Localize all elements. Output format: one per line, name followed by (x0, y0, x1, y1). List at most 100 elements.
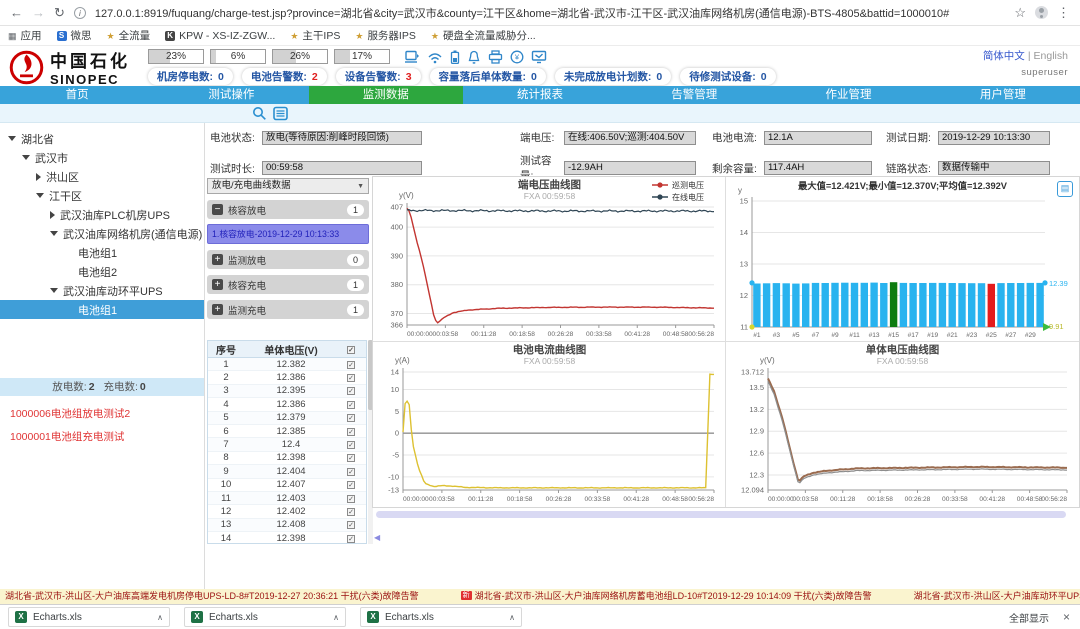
search-icon[interactable] (252, 106, 267, 121)
row-checkbox[interactable]: ✓ (347, 441, 355, 449)
row-checkbox[interactable]: ✓ (347, 535, 355, 543)
chart-cell-voltage-bars: ▤ 1514131211#1#3#5#7#9#11#13#15#17#19#21… (726, 177, 1079, 342)
selected-test-record[interactable]: 1.核容放电-2019-12-29 10:13:33 (207, 224, 369, 244)
nav-tab-1[interactable]: 首页 (0, 86, 154, 104)
show-all-downloads-button[interactable]: 全部显示 (1009, 610, 1049, 625)
table-row[interactable]: 1112.403✓ (208, 492, 366, 505)
expand-icon[interactable]: + (212, 304, 223, 315)
row-checkbox[interactable]: ✓ (347, 387, 355, 395)
tree-expand-icon[interactable] (50, 231, 58, 236)
bookmark-item[interactable]: KKPW - XS-IZ-ZGW... (165, 30, 275, 42)
download-item[interactable]: XEcharts.xls∧ (8, 607, 170, 627)
nav-tab-2[interactable]: 测试操作 (154, 86, 308, 104)
tree-expand-icon[interactable] (50, 288, 58, 293)
tree-item[interactable]: 湖北省 (0, 129, 204, 148)
bookmark-item[interactable]: S微思 (57, 28, 92, 43)
cell-voltage-table: 序号 单体电压(V) ✓ 112.382✓212.386✓312.395✓412… (207, 340, 367, 544)
chevron-up-icon[interactable]: ∧ (509, 613, 515, 622)
tree-expand-icon[interactable] (8, 136, 16, 141)
lang-en-link[interactable]: English (1034, 50, 1068, 62)
refresh-icon[interactable]: ↻ (54, 5, 65, 21)
export-image-icon[interactable]: ▤ (1057, 181, 1073, 197)
test-link[interactable]: 1000006电池组放电测试2 (0, 403, 204, 426)
table-row[interactable]: 1412.398✓ (208, 532, 366, 544)
bookmark-item[interactable]: ★主干IPS (290, 28, 340, 43)
row-checkbox[interactable]: ✓ (347, 414, 355, 422)
table-row[interactable]: 612.385✓ (208, 425, 366, 438)
accordion-section[interactable]: +核容充电1 (207, 275, 369, 294)
tree-expand-icon[interactable] (22, 155, 30, 160)
table-row[interactable]: 1212.402✓ (208, 505, 366, 518)
tree-item[interactable]: 电池组1 (0, 300, 204, 319)
accordion-section[interactable]: +监测放电0 (207, 250, 369, 269)
tree-collapse-icon[interactable] (50, 211, 55, 219)
row-checkbox[interactable]: ✓ (347, 454, 355, 462)
row-checkbox[interactable]: ✓ (347, 374, 355, 382)
download-item[interactable]: XEcharts.xls∧ (184, 607, 346, 627)
charts-horizontal-scrollbar[interactable] (376, 511, 1066, 518)
site-info-icon[interactable]: i (74, 7, 86, 19)
table-row[interactable]: 812.398✓ (208, 452, 366, 465)
table-row[interactable]: 512.379✓ (208, 412, 366, 425)
chevron-up-icon[interactable]: ∧ (157, 613, 163, 622)
collapse-icon[interactable]: − (212, 204, 223, 215)
nav-tab-5[interactable]: 告警管理 (617, 86, 771, 104)
row-checkbox[interactable]: ✓ (347, 508, 355, 516)
row-checkbox[interactable]: ✓ (347, 401, 355, 409)
browser-menu-icon[interactable]: ⋮ (1057, 5, 1070, 21)
svg-text:00:48:58: 00:48:58 (662, 496, 688, 503)
tree-item[interactable]: 武汉油库动环平UPS (0, 281, 204, 300)
table-row[interactable]: 1312.408✓ (208, 519, 366, 532)
table-row[interactable]: 112.382✓ (208, 358, 366, 371)
logged-in-user: superuser (1021, 67, 1068, 78)
nav-tab-4[interactable]: 统计报表 (463, 86, 617, 104)
chevron-up-icon[interactable]: ∧ (333, 613, 339, 622)
tree-collapse-icon[interactable] (36, 173, 41, 181)
curve-type-select[interactable]: 放电/充电曲线数据 ▼ (207, 178, 369, 194)
row-checkbox[interactable]: ✓ (347, 521, 355, 529)
table-row[interactable]: 712.4✓ (208, 438, 366, 451)
tree-item[interactable]: 武汉油库网络机房(通信电源) (0, 224, 204, 243)
select-all-checkbox[interactable]: ✓ (347, 346, 355, 354)
nav-tab-7[interactable]: 用户管理 (926, 86, 1080, 104)
tree-item[interactable]: 电池组1 (0, 243, 204, 262)
table-row[interactable]: 912.404✓ (208, 465, 366, 478)
profile-avatar[interactable] (1035, 6, 1048, 19)
tree-item[interactable]: 洪山区 (0, 167, 204, 186)
nav-tab-3[interactable]: 监测数据 (309, 86, 463, 104)
bookmark-item[interactable]: ▦应用 (8, 28, 42, 43)
table-row[interactable]: 1012.407✓ (208, 479, 366, 492)
bookmark-item[interactable]: ★全流量 (107, 28, 151, 43)
table-row[interactable]: 412.386✓ (208, 398, 366, 411)
bookmark-star-icon[interactable]: ☆ (1014, 5, 1026, 21)
table-row[interactable]: 312.395✓ (208, 385, 366, 398)
scroll-left-icon[interactable]: ◀ (374, 533, 380, 542)
row-checkbox[interactable]: ✓ (347, 495, 355, 503)
accordion-section[interactable]: +监测充电1 (207, 300, 369, 319)
row-checkbox[interactable]: ✓ (347, 428, 355, 436)
tree-expand-icon[interactable] (36, 193, 44, 198)
bookmark-item[interactable]: ★服务器IPS (355, 28, 416, 43)
nav-tab-6[interactable]: 作业管理 (771, 86, 925, 104)
tree-item[interactable]: 江干区 (0, 186, 204, 205)
forward-icon[interactable]: → (32, 5, 45, 20)
tree-item[interactable]: 武汉市 (0, 148, 204, 167)
back-icon[interactable]: ← (10, 5, 23, 20)
download-item[interactable]: XEcharts.xls∧ (360, 607, 522, 627)
row-checkbox[interactable]: ✓ (347, 468, 355, 476)
expand-icon[interactable]: + (212, 254, 223, 265)
tree-item[interactable]: 电池组2 (0, 262, 204, 281)
accordion-section[interactable]: −核容放电1 (207, 200, 369, 219)
row-checkbox[interactable]: ✓ (347, 361, 355, 369)
tree-item[interactable]: 武汉油库PLC机房UPS (0, 205, 204, 224)
list-icon[interactable] (273, 106, 288, 121)
expand-icon[interactable]: + (212, 279, 223, 290)
table-row[interactable]: 212.386✓ (208, 371, 366, 384)
tree-item-label: 武汉市 (35, 150, 68, 166)
test-link[interactable]: 1000001电池组充电测试 (0, 426, 204, 449)
url-input[interactable]: 127.0.0.1:8919/fuquang/charge-test.jsp?p… (95, 5, 1005, 21)
bookmark-item[interactable]: ★硬盘全流量威胁分... (431, 28, 536, 43)
row-checkbox[interactable]: ✓ (347, 481, 355, 489)
close-shelf-icon[interactable]: × (1063, 610, 1070, 624)
lang-zh-link[interactable]: 简体中文 (983, 50, 1025, 62)
